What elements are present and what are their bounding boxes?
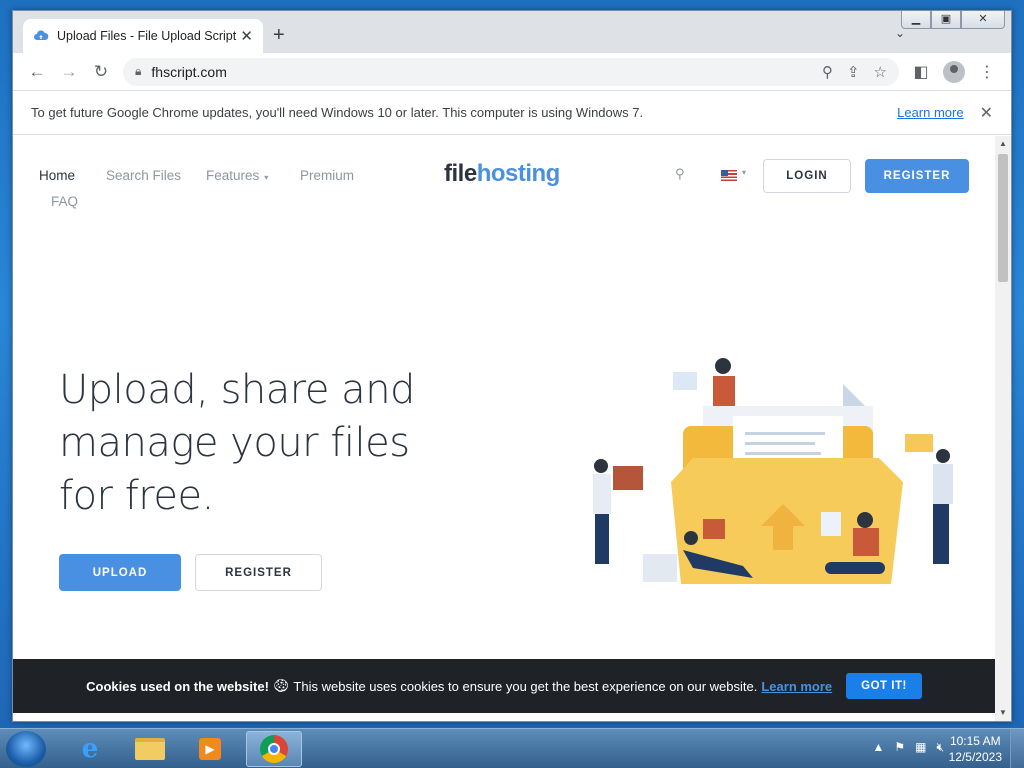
scroll-thumb[interactable] (998, 154, 1008, 282)
upload-button[interactable]: UPLOAD (59, 554, 181, 591)
cookie-bold-text: Cookies used on the website! (86, 678, 269, 694)
cookie-text: This website uses cookies to ensure you … (293, 678, 758, 694)
logo-part-2: hosting (476, 160, 561, 187)
lock-icon[interactable]: 🔒︎ (135, 64, 141, 79)
site-logo[interactable]: filehosting (444, 160, 560, 188)
page-scrollbar[interactable]: ▲ ▼ (995, 136, 1011, 721)
window-controls: ▁ ▣ ✕ (901, 11, 1005, 29)
nav-features[interactable]: Features ▾ (206, 168, 268, 183)
hero-register-button[interactable]: REGISTER (195, 554, 322, 591)
infobar-close-icon[interactable]: ✕ (980, 103, 993, 123)
nav-features-label: Features (206, 168, 260, 183)
tab-strip: Upload Files - File Upload Script ✕ + ⌄ … (13, 11, 1011, 53)
scroll-up-icon[interactable]: ▲ (995, 136, 1011, 152)
media-player-icon[interactable]: ▶ (182, 731, 238, 767)
windows-taskbar: e ▶ ▲ ⚑ ▦ 🔇︎ 10:15 AM 12/5/2023 (0, 728, 1024, 768)
nav-faq[interactable]: FAQ (51, 194, 78, 209)
url-text[interactable]: fhscript.com (151, 64, 808, 80)
page-viewport: Home Search Files Features ▾ Premium FAQ … (13, 136, 995, 721)
cloud-upload-icon (34, 30, 49, 40)
folder-illustration (593, 358, 953, 584)
nav-search-files[interactable]: Search Files (106, 168, 181, 183)
profile-avatar-icon[interactable] (943, 60, 965, 83)
cookie-learn-more-link[interactable]: Learn more (761, 679, 832, 694)
scroll-down-icon[interactable]: ▼ (995, 705, 1011, 721)
side-panel-icon[interactable]: ◧ (905, 62, 937, 82)
update-infobar: To get future Google Chrome updates, you… (13, 91, 1011, 135)
menu-kebab-icon[interactable]: ⋮ (971, 62, 1003, 82)
minimize-icon[interactable]: ▁ (901, 11, 931, 29)
network-icon[interactable]: ▦ (915, 740, 926, 755)
new-tab-icon[interactable]: + (273, 24, 285, 47)
language-chevron-icon[interactable]: ▾ (742, 168, 746, 177)
cookie-accept-button[interactable]: GOT IT! (846, 673, 922, 699)
infobar-learn-more-link[interactable]: Learn more (897, 105, 963, 120)
address-bar[interactable]: 🔒︎ fhscript.com ⚲ ⇪ ☆ (123, 57, 899, 86)
show-desktop-button[interactable] (1010, 729, 1024, 768)
file-explorer-icon[interactable] (122, 731, 178, 767)
tray-expand-icon[interactable]: ▲ (872, 740, 884, 755)
nav-home[interactable]: Home (39, 168, 75, 183)
chrome-window: Upload Files - File Upload Script ✕ + ⌄ … (12, 10, 1012, 722)
maximize-icon[interactable]: ▣ (931, 11, 961, 29)
clock-time: 10:15 AM (949, 734, 1001, 748)
chrome-taskbar-icon[interactable] (246, 731, 302, 767)
us-flag-icon[interactable] (721, 170, 737, 181)
start-button[interactable] (6, 731, 46, 767)
infobar-message: To get future Google Chrome updates, you… (31, 105, 644, 120)
internet-explorer-icon[interactable]: e (62, 731, 118, 767)
cookie-icon: 🍪︎ (272, 678, 290, 693)
chevron-down-icon: ▾ (264, 173, 269, 182)
browser-toolbar: ← → ↻ 🔒︎ fhscript.com ⚲ ⇪ ☆ ◧ ⋮ (13, 53, 1011, 91)
reload-icon[interactable]: ↻ (85, 57, 117, 87)
forward-icon[interactable]: → (53, 57, 85, 87)
system-tray: ▲ ⚑ ▦ 🔇︎ (872, 740, 944, 755)
cookie-banner: Cookies used on the website! 🍪︎ This web… (13, 659, 995, 713)
register-button[interactable]: REGISTER (865, 159, 969, 193)
tab-title: Upload Files - File Upload Script (57, 29, 237, 43)
nav-premium[interactable]: Premium (300, 168, 354, 183)
close-window-icon[interactable]: ✕ (961, 11, 1005, 29)
action-center-flag-icon[interactable]: ⚑ (894, 740, 905, 755)
zoom-search-icon[interactable]: ⚲ (822, 63, 833, 81)
browser-tab[interactable]: Upload Files - File Upload Script ✕ (23, 19, 263, 53)
taskbar-clock[interactable]: 10:15 AM 12/5/2023 (949, 733, 1002, 765)
bookmark-star-icon[interactable]: ☆ (874, 63, 887, 81)
site-search-icon[interactable]: ⚲ (675, 166, 685, 182)
clock-date: 12/5/2023 (948, 750, 1002, 764)
logo-part-1: file (444, 160, 477, 187)
back-icon[interactable]: ← (21, 57, 53, 87)
login-button[interactable]: LOGIN (763, 159, 851, 193)
hero-title: Upload, share and manage your files for … (59, 367, 415, 519)
share-icon[interactable]: ⇪ (847, 63, 860, 81)
tab-close-icon[interactable]: ✕ (240, 27, 253, 45)
volume-muted-icon[interactable]: 🔇︎ (936, 740, 944, 755)
